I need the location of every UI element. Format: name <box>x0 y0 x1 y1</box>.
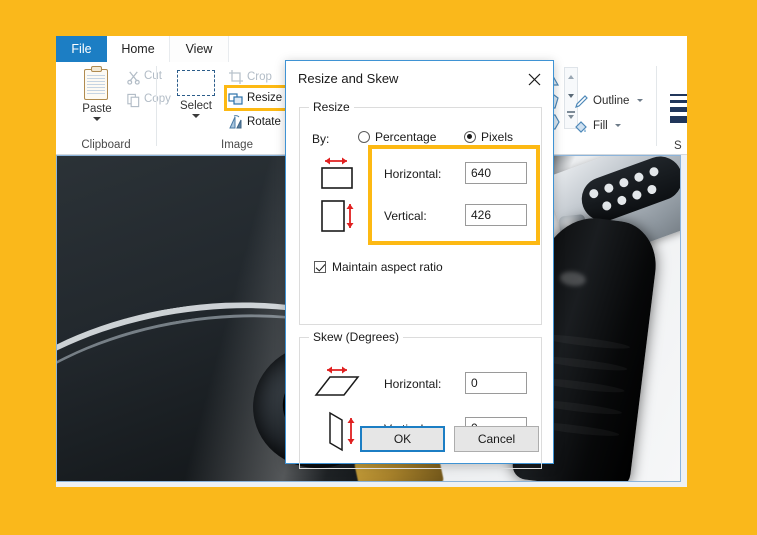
horizontal-skew-label: Horizontal: <box>384 377 442 391</box>
crop-label: Crop <box>247 71 272 83</box>
copy-icon <box>126 93 141 108</box>
vertical-skew-icon <box>314 410 364 459</box>
chevron-down-icon[interactable] <box>614 124 621 127</box>
horizontal-resize-label: Horizontal: <box>384 167 442 181</box>
chevron-down-icon[interactable] <box>636 99 643 102</box>
ok-button[interactable]: OK <box>360 426 445 452</box>
size-swatch-stack[interactable] <box>670 94 687 127</box>
resize-button[interactable]: Resize <box>223 85 290 111</box>
resize-section: Resize By: Percentage Pixels Horizontal:… <box>299 100 542 325</box>
tab-view[interactable]: View <box>169 36 229 62</box>
crop-button: Crop <box>227 67 272 87</box>
clipboard-icon <box>82 66 112 102</box>
radio-indicator <box>464 131 476 143</box>
outline-label: Outline <box>593 95 630 107</box>
tab-file[interactable]: File <box>56 36 107 62</box>
outline-button[interactable]: Outline <box>575 95 643 108</box>
scissors-icon <box>126 70 141 85</box>
cancel-button[interactable]: Cancel <box>454 426 539 452</box>
size-swatch-medium[interactable] <box>670 100 687 103</box>
radio-pixels-label: Pixels <box>481 130 514 144</box>
radio-indicator <box>358 131 370 143</box>
ribbon-tab-strip: File Home View <box>56 36 687 63</box>
close-icon[interactable] <box>521 67 547 91</box>
vertical-resize-label: Vertical: <box>384 209 427 223</box>
paste-button[interactable]: Paste <box>70 66 124 121</box>
vertical-resize-input[interactable] <box>465 204 527 226</box>
by-label: By: <box>312 132 330 146</box>
fill-bucket-icon <box>573 119 589 135</box>
horizontal-resize-icon <box>314 154 358 197</box>
checkbox-indicator <box>314 261 326 273</box>
rotate-label: Rotate <box>247 116 281 128</box>
rotate-icon <box>228 114 244 130</box>
resize-label: Resize <box>247 92 283 104</box>
maintain-aspect-ratio-checkbox[interactable]: Maintain aspect ratio <box>314 260 443 274</box>
select-button[interactable]: Select <box>169 68 223 118</box>
radio-percentage-label: Percentage <box>375 130 437 144</box>
horizontal-skew-icon <box>314 364 364 409</box>
clipboard-group-label: Clipboard <box>81 139 131 151</box>
fill-label: Fill <box>593 120 608 132</box>
scroll-up-arrow[interactable] <box>565 68 577 87</box>
dialog-titlebar[interactable]: Resize and Skew <box>286 61 553 97</box>
chevron-down-icon[interactable] <box>192 114 200 118</box>
size-swatch-thin[interactable] <box>670 94 687 96</box>
horizontal-skew-input[interactable] <box>465 372 527 394</box>
dialog-title: Resize and Skew <box>298 71 399 86</box>
size-group-label: S <box>674 140 682 152</box>
size-swatch-thick[interactable] <box>670 107 687 112</box>
crop-icon <box>228 69 244 85</box>
horizontal-resize-input[interactable] <box>465 162 527 184</box>
resize-and-skew-dialog: Resize and Skew Resize By: Percentage Pi… <box>285 60 554 469</box>
radio-percentage[interactable]: Percentage <box>358 130 436 144</box>
paste-label: Paste <box>82 103 112 115</box>
tab-home[interactable]: Home <box>107 36 169 62</box>
selection-rectangle-icon <box>177 70 215 96</box>
fill-button[interactable]: Fill <box>575 120 621 133</box>
size-swatch-thickest[interactable] <box>670 116 687 123</box>
group-divider <box>656 66 657 146</box>
maintain-aspect-ratio-label: Maintain aspect ratio <box>332 260 443 274</box>
vertical-resize-icon <box>314 196 358 245</box>
resize-icon <box>228 90 244 106</box>
ribbon-group-clipboard: Paste Cut Copy Clipboard <box>56 62 171 154</box>
resize-legend: Resize <box>309 100 354 114</box>
select-label: Select <box>180 100 212 112</box>
chevron-down-icon[interactable] <box>93 117 101 121</box>
connector-housing <box>575 156 680 228</box>
skew-legend: Skew (Degrees) <box>309 330 404 344</box>
radio-pixels[interactable]: Pixels <box>464 130 513 144</box>
resize-fields-highlight <box>368 145 540 245</box>
outline-pen-icon <box>573 94 589 110</box>
